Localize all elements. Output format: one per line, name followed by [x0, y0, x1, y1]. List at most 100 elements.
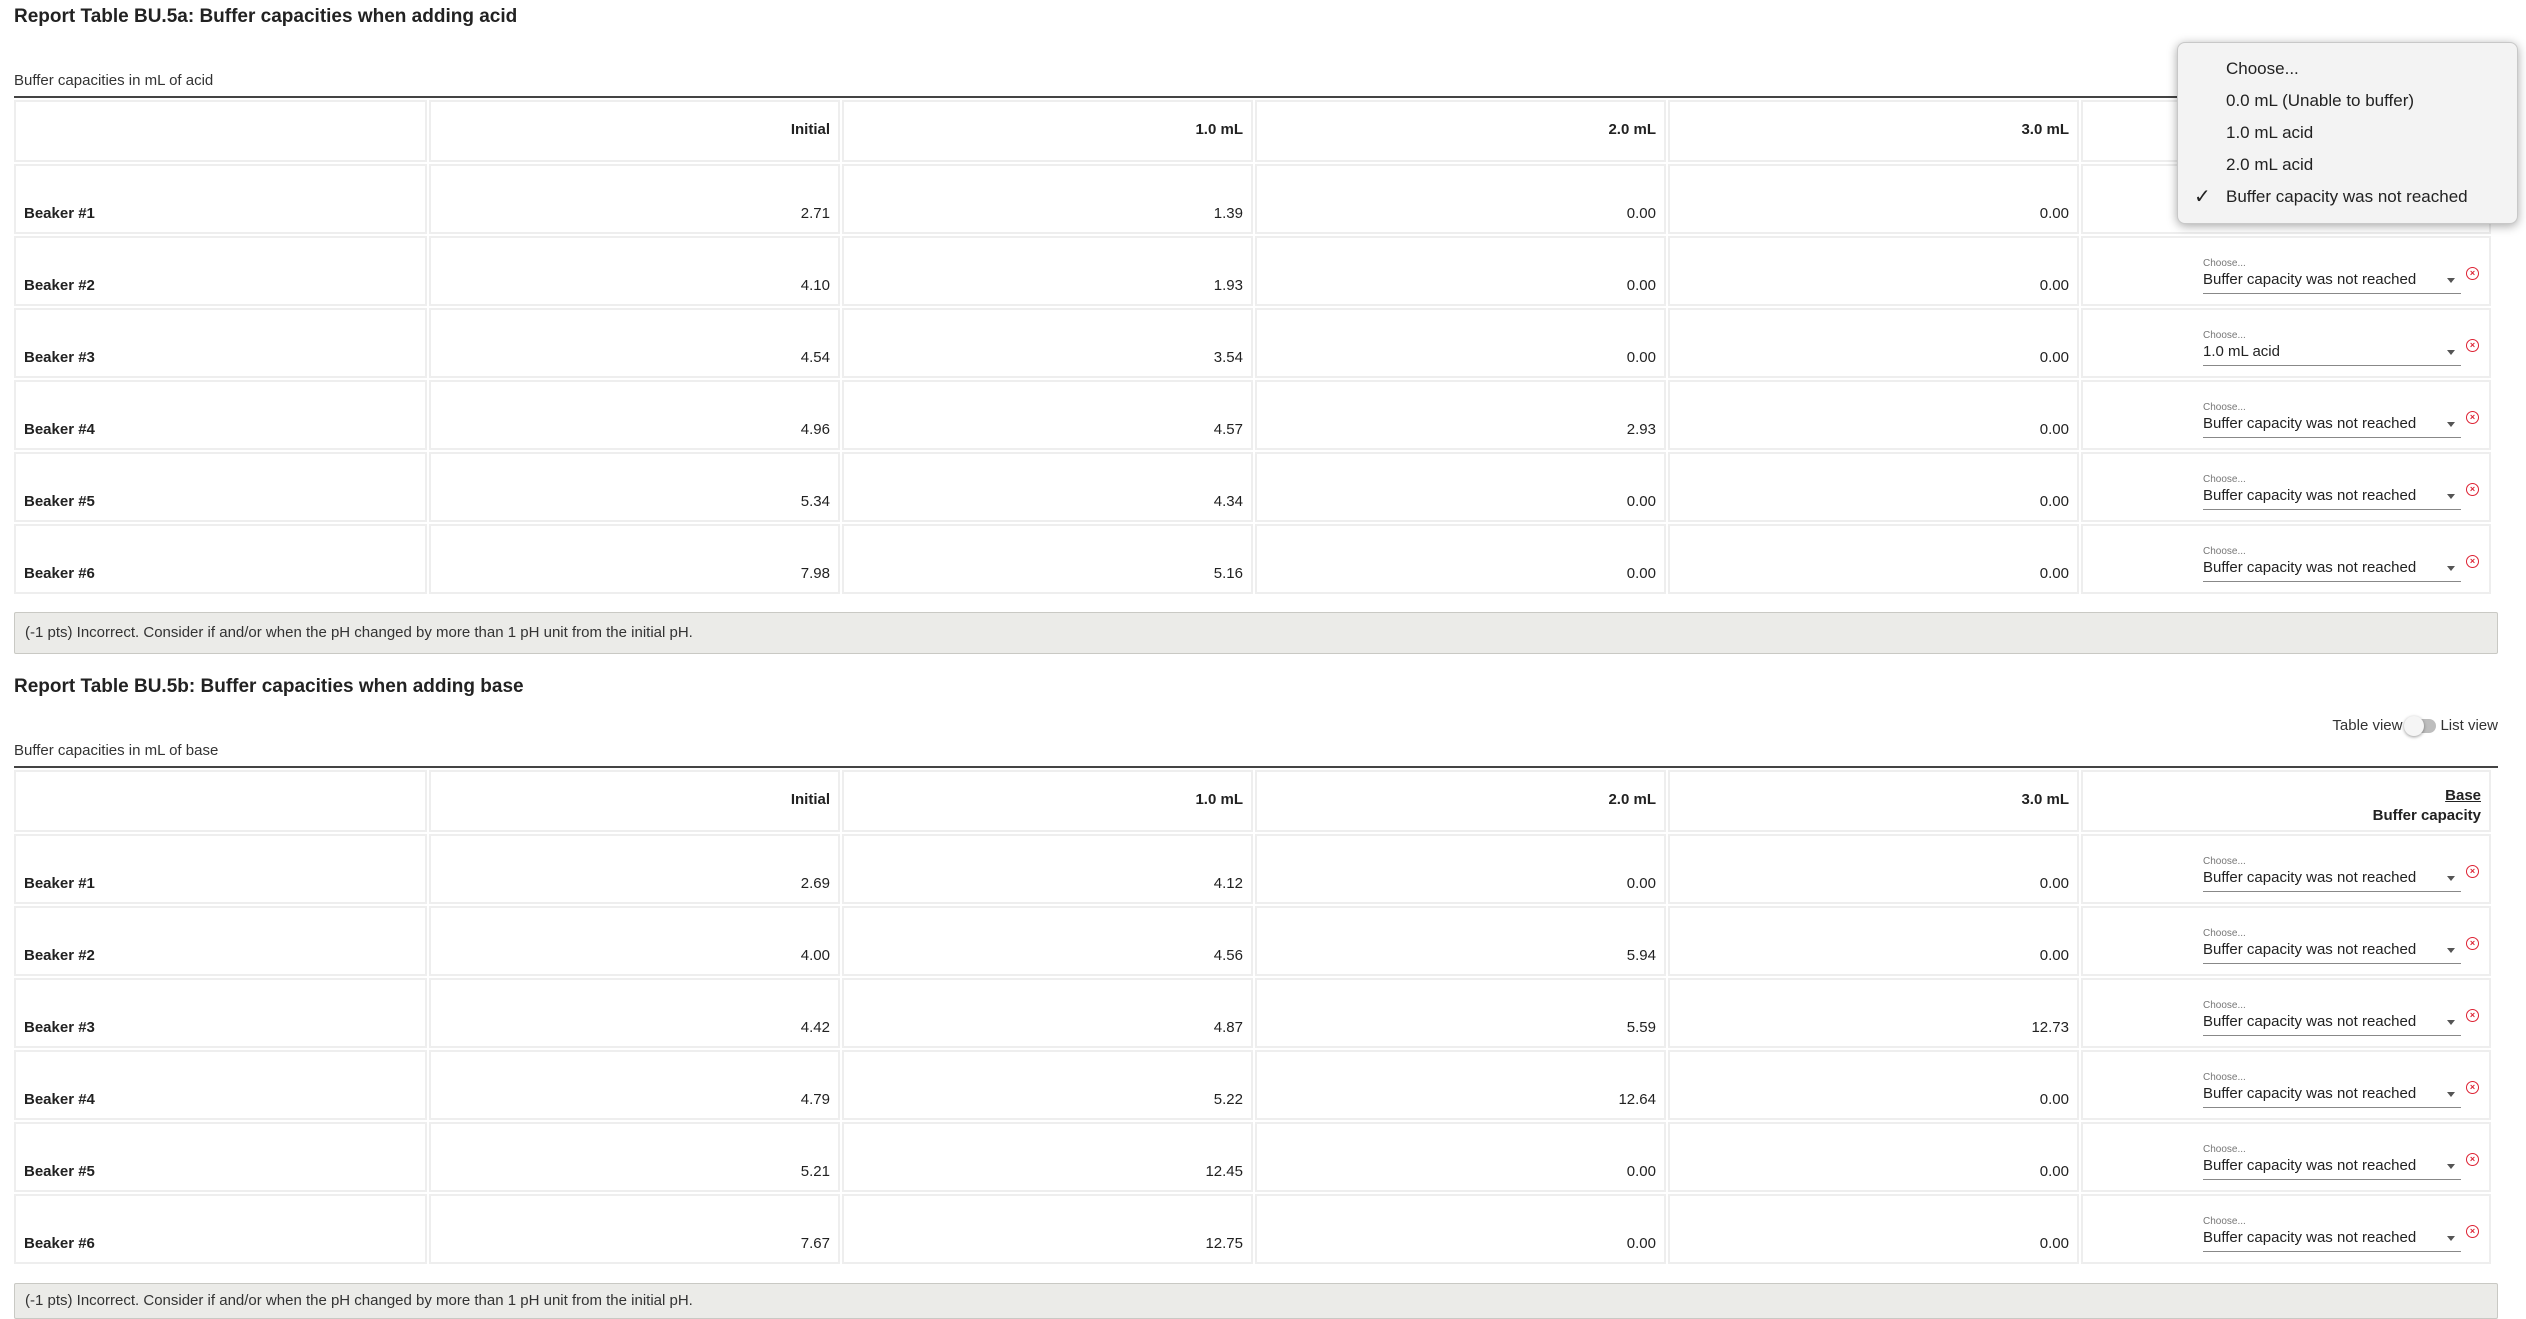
capacity-select[interactable]: Choose... Buffer capacity was not reache… [2203, 928, 2461, 964]
clear-icon[interactable]: × [2466, 1153, 2479, 1166]
value-1ml: 4.12 [1213, 875, 1243, 892]
base-capacity-header-top[interactable]: Base [2373, 786, 2481, 806]
acid-header-cell [14, 100, 427, 162]
table-row: Beaker #5 5.34 4.34 0.00 0.00 Choose... … [14, 452, 2498, 522]
menu-item-0ml[interactable]: 0.0 mL (Unable to buffer) [2226, 91, 2414, 111]
acid-table-top-rule [14, 96, 2498, 98]
select-value: 1.0 mL acid [2203, 343, 2280, 360]
capacity-select[interactable]: Choose... Buffer capacity was not reache… [2203, 258, 2461, 294]
clear-icon[interactable]: × [2466, 1081, 2479, 1094]
menu-item-choose[interactable]: Choose... [2226, 59, 2299, 79]
value-initial: 4.96 [800, 421, 830, 438]
select-label: Choose... [2203, 258, 2246, 269]
acid-header-1ml: 1.0 mL [1195, 121, 1243, 138]
toggle-knob [2404, 715, 2425, 736]
value-3ml: 0.00 [2039, 1235, 2069, 1252]
select-label: Choose... [2203, 546, 2246, 557]
menu-item-2ml-acid[interactable]: 2.0 mL acid [2226, 155, 2313, 175]
row-label: Beaker #3 [24, 1019, 95, 1036]
table-view-label: Table view [2332, 717, 2403, 734]
capacity-select[interactable]: Choose... Buffer capacity was not reache… [2203, 1072, 2461, 1108]
select-label: Choose... [2203, 1144, 2246, 1155]
base-header-cell: Initial [429, 770, 840, 832]
row-label: Beaker #4 [24, 421, 95, 438]
clear-icon[interactable]: × [2466, 483, 2479, 496]
value-initial: 7.98 [800, 565, 830, 582]
row-label: Beaker #3 [24, 349, 95, 366]
value-2ml: 2.93 [1626, 421, 1656, 438]
row-label: Beaker #5 [24, 493, 95, 510]
clear-icon[interactable]: × [2466, 555, 2479, 568]
capacity-select[interactable]: Choose... Buffer capacity was not reache… [2203, 1000, 2461, 1036]
select-value: Buffer capacity was not reached [2203, 415, 2417, 432]
select-underline [2203, 437, 2461, 438]
base-header-cell: 2.0 mL [1255, 770, 1666, 832]
caret-down-icon [2447, 1020, 2455, 1025]
clear-icon[interactable]: × [2466, 411, 2479, 424]
caret-down-icon [2447, 1236, 2455, 1241]
value-1ml: 12.45 [1205, 1163, 1243, 1180]
value-3ml: 0.00 [2039, 947, 2069, 964]
select-label: Choose... [2203, 856, 2246, 867]
base-header-row: Initial 1.0 mL 2.0 mL 3.0 mL Base Buffer… [14, 770, 2498, 832]
capacity-select[interactable]: Choose... Buffer capacity was not reache… [2203, 546, 2461, 582]
clear-icon[interactable]: × [2466, 937, 2479, 950]
value-1ml: 4.87 [1213, 1019, 1243, 1036]
row-label: Beaker #6 [24, 1235, 95, 1252]
acid-header-2ml: 2.0 mL [1608, 121, 1656, 138]
checkmark-icon: ✓ [2194, 186, 2211, 208]
select-underline [2203, 1251, 2461, 1252]
view-toggle-switch[interactable] [2404, 715, 2437, 736]
select-value: Buffer capacity was not reached [2203, 1013, 2417, 1030]
table-row: Beaker #4 4.79 5.22 12.64 0.00 Choose...… [14, 1050, 2498, 1120]
select-value: Buffer capacity was not reached [2203, 271, 2417, 288]
capacity-select[interactable]: Choose... Buffer capacity was not reache… [2203, 474, 2461, 510]
caret-down-icon [2447, 422, 2455, 427]
menu-item-1ml-acid[interactable]: 1.0 mL acid [2226, 123, 2313, 143]
caret-down-icon [2447, 876, 2455, 881]
value-initial: 7.67 [800, 1235, 830, 1252]
value-2ml: 5.59 [1626, 1019, 1656, 1036]
value-3ml: 0.00 [2039, 277, 2069, 294]
table-row: Beaker #4 4.96 4.57 2.93 0.00 Choose... … [14, 380, 2498, 450]
value-3ml: 0.00 [2039, 421, 2069, 438]
capacity-select[interactable]: Choose... Buffer capacity was not reache… [2203, 1144, 2461, 1180]
value-2ml: 0.00 [1626, 493, 1656, 510]
base-capacity-header: Base Buffer capacity [2373, 786, 2481, 826]
clear-icon[interactable]: × [2466, 1225, 2479, 1238]
capacity-select[interactable]: Choose... Buffer capacity was not reache… [2203, 1216, 2461, 1252]
base-table-top-rule [14, 766, 2498, 768]
select-value: Buffer capacity was not reached [2203, 1085, 2417, 1102]
table-row: Beaker #1 2.71 1.39 0.00 0.00 [14, 164, 2498, 234]
value-3ml: 0.00 [2039, 875, 2069, 892]
capacity-select[interactable]: Choose... 1.0 mL acid [2203, 330, 2461, 366]
caret-down-icon [2447, 948, 2455, 953]
clear-icon[interactable]: × [2466, 267, 2479, 280]
capacity-select[interactable]: Choose... Buffer capacity was not reache… [2203, 856, 2461, 892]
select-underline [2203, 581, 2461, 582]
select-underline [2203, 365, 2461, 366]
select-label: Choose... [2203, 402, 2246, 413]
row-label: Beaker #1 [24, 875, 95, 892]
capacity-select[interactable]: Choose... Buffer capacity was not reache… [2203, 402, 2461, 438]
clear-icon[interactable]: × [2466, 865, 2479, 878]
clear-icon[interactable]: × [2466, 1009, 2479, 1022]
value-2ml: 0.00 [1626, 565, 1656, 582]
list-view-label: List view [2440, 717, 2498, 734]
select-value: Buffer capacity was not reached [2203, 941, 2417, 958]
value-3ml: 0.00 [2039, 1163, 2069, 1180]
select-underline [2203, 1035, 2461, 1036]
base-header-initial: Initial [790, 791, 830, 808]
table-row: Beaker #5 5.21 12.45 0.00 0.00 Choose...… [14, 1122, 2498, 1192]
select-value: Buffer capacity was not reached [2203, 869, 2417, 886]
row-label: Beaker #4 [24, 1091, 95, 1108]
menu-item-not-reached[interactable]: Buffer capacity was not reached [2226, 187, 2468, 207]
acid-header-initial: Initial [790, 121, 830, 138]
base-header-cell [14, 770, 427, 832]
value-3ml: 0.00 [2039, 205, 2069, 222]
select-label: Choose... [2203, 1000, 2246, 1011]
clear-icon[interactable]: × [2466, 339, 2479, 352]
select-label: Choose... [2203, 928, 2246, 939]
base-feedback-box: (-1 pts) Incorrect. Consider if and/or w… [14, 1283, 2498, 1319]
table-row: Beaker #1 2.69 4.12 0.00 0.00 Choose... … [14, 834, 2498, 904]
